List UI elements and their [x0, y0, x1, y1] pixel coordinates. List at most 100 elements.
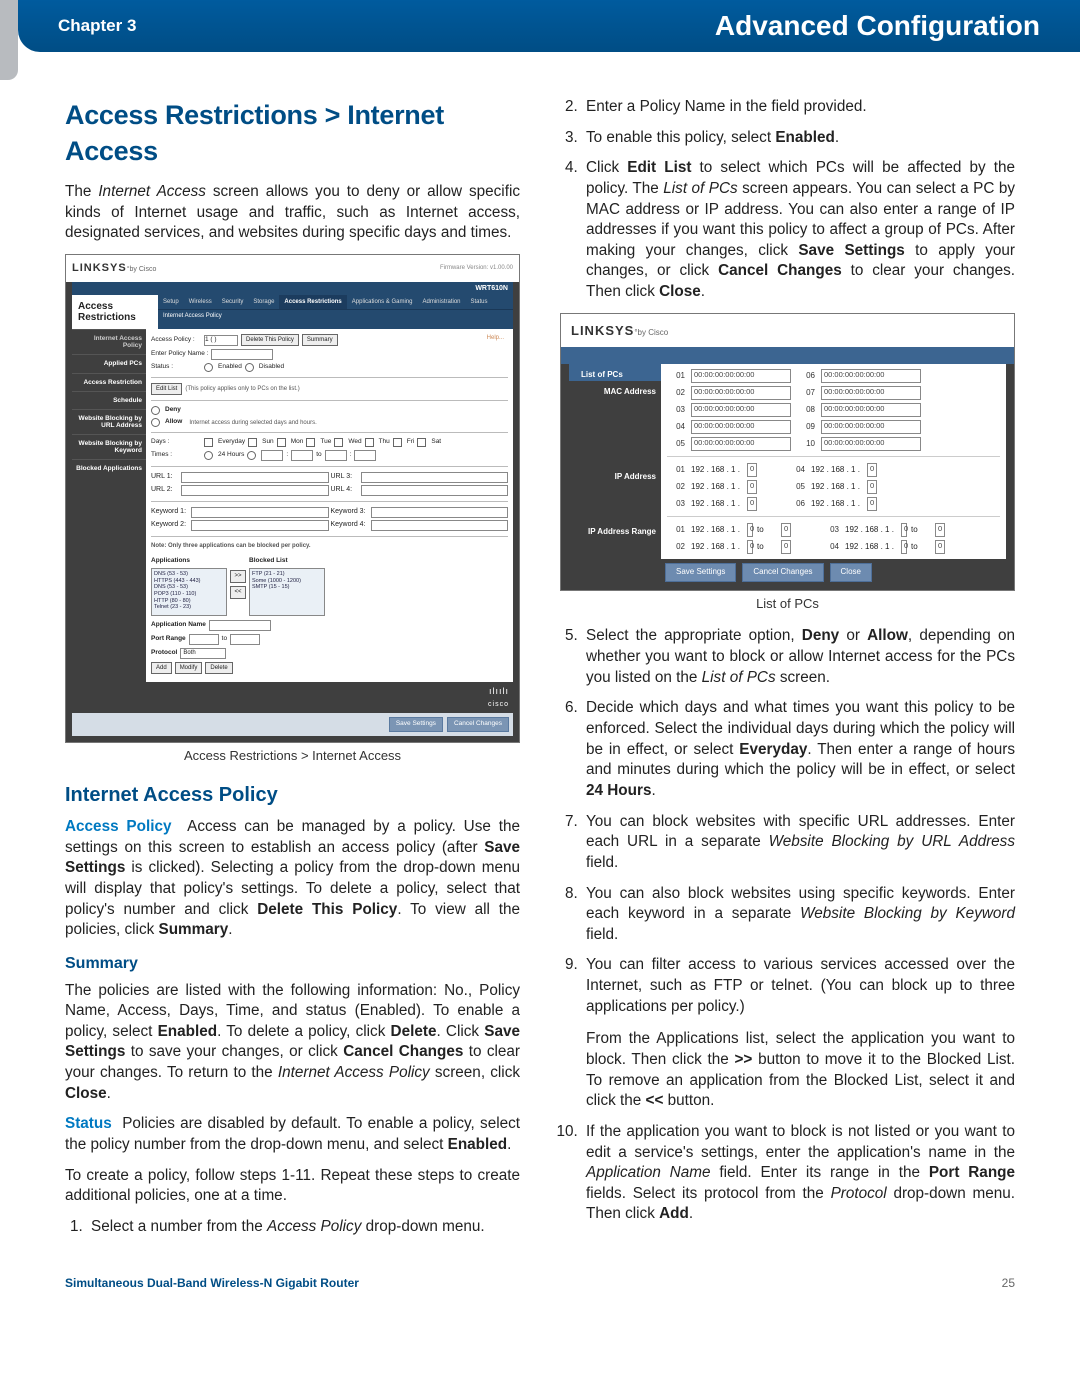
main-tabs[interactable]: Setup Wireless Security Storage Access R…: [158, 295, 513, 310]
url3-input[interactable]: [361, 472, 509, 483]
spacer-blue: [561, 347, 1014, 364]
tab-storage[interactable]: Storage: [248, 295, 279, 309]
ip-input-01[interactable]: 0: [747, 463, 757, 477]
policy-name-input[interactable]: [211, 349, 273, 360]
tab-wireless[interactable]: Wireless: [184, 295, 217, 309]
thu-label: Thu: [379, 438, 390, 447]
range-from-02[interactable]: 0: [747, 540, 753, 554]
mac-input-06[interactable]: 00:00:00:00:00:00: [821, 369, 921, 383]
thu-check[interactable]: [365, 438, 374, 447]
wed-check[interactable]: [334, 438, 343, 447]
fri-check[interactable]: [393, 438, 402, 447]
tab-status[interactable]: Status: [466, 295, 493, 309]
range-from-01[interactable]: 0: [747, 523, 753, 537]
allow-label: Allow: [165, 418, 182, 427]
cancel-changes-button[interactable]: Cancel Changes: [447, 717, 509, 732]
delete-policy-button[interactable]: Delete This Policy: [241, 334, 299, 346]
deny-radio[interactable]: [151, 406, 160, 415]
range-to-03[interactable]: 0: [935, 523, 945, 537]
port-to-input[interactable]: [230, 634, 260, 645]
url4-input[interactable]: [361, 485, 509, 496]
step-2: Enter a Policy Name in the field provide…: [582, 97, 1015, 118]
url2-input[interactable]: [181, 485, 329, 496]
page-number: 25: [1002, 1276, 1015, 1290]
steps-list-right-b: Select the appropriate option, Deny or A…: [560, 626, 1015, 1225]
applications-list[interactable]: DNS (53 - 53) HTTPS (443 - 443) DNS (53 …: [151, 568, 227, 616]
mac-input-07[interactable]: 00:00:00:00:00:00: [821, 386, 921, 400]
everyday-check[interactable]: [204, 438, 213, 447]
brand-logo: LINKSYS: [72, 262, 127, 274]
mac-input-02[interactable]: 00:00:00:00:00:00: [691, 386, 791, 400]
footer-product-name: Simultaneous Dual-Band Wireless-N Gigabi…: [65, 1276, 359, 1290]
ip-input-06[interactable]: 0: [867, 497, 877, 511]
allow-radio[interactable]: [151, 418, 160, 427]
ip-input-02[interactable]: 0: [747, 480, 757, 494]
lop-save-button[interactable]: Save Settings: [665, 563, 736, 582]
ip-input-03[interactable]: 0: [747, 497, 757, 511]
tab-applications-gaming[interactable]: Applications & Gaming: [347, 295, 418, 309]
tab-access-restrictions[interactable]: Access Restrictions: [279, 295, 346, 309]
move-left-button[interactable]: <<: [230, 586, 246, 599]
lop-cancel-button[interactable]: Cancel Changes: [742, 563, 823, 582]
mac-n-02: 02: [667, 388, 685, 399]
tue-label: Tue: [320, 438, 331, 447]
kw1-input[interactable]: [191, 507, 329, 518]
lop-close-button[interactable]: Close: [830, 563, 872, 582]
mac-input-01[interactable]: 00:00:00:00:00:00: [691, 369, 791, 383]
delete-button[interactable]: Delete: [205, 662, 232, 674]
tue-check[interactable]: [306, 438, 315, 447]
ip-prefix-5: 192 . 168 . 1 .: [811, 482, 861, 493]
add-button[interactable]: Add: [151, 662, 172, 674]
subtab-internet-access[interactable]: Internet Access Policy: [158, 310, 513, 322]
disabled-radio[interactable]: [245, 363, 254, 372]
mac-input-03[interactable]: 00:00:00:00:00:00: [691, 403, 791, 417]
tab-setup[interactable]: Setup: [158, 295, 184, 309]
blocked-list[interactable]: FTP (21 - 21) Some (1000 - 1200) SMTP (1…: [249, 568, 325, 616]
time-from-min[interactable]: [291, 450, 313, 461]
range-to-01[interactable]: 0: [781, 523, 791, 537]
kw3-input[interactable]: [371, 507, 509, 518]
move-right-button[interactable]: >>: [230, 570, 246, 583]
time-to-min[interactable]: [354, 450, 376, 461]
brand-logo-2: LINKSYS: [571, 323, 634, 338]
summary-button[interactable]: Summary: [302, 334, 338, 346]
save-settings-button[interactable]: Save Settings: [389, 717, 443, 732]
range-to-04[interactable]: 0: [935, 540, 945, 554]
side-access-restriction: Access Restriction: [72, 373, 146, 391]
disabled-label: Disabled: [259, 363, 284, 372]
sun-check[interactable]: [248, 438, 257, 447]
kw4-input[interactable]: [371, 520, 509, 531]
range-from-04[interactable]: 0: [901, 540, 907, 554]
kw2-input[interactable]: [191, 520, 329, 531]
mac-input-05[interactable]: 00:00:00:00:00:00: [691, 437, 791, 451]
access-policy-select[interactable]: 1 ( ): [204, 335, 238, 346]
range-from-03[interactable]: 0: [901, 523, 907, 537]
protocol-select[interactable]: Both: [180, 648, 226, 659]
enabled-radio[interactable]: [204, 363, 213, 372]
mac-input-10[interactable]: 00:00:00:00:00:00: [821, 437, 921, 451]
mac-input-04[interactable]: 00:00:00:00:00:00: [691, 420, 791, 434]
tab-administration[interactable]: Administration: [417, 295, 465, 309]
range-prefix-2a: 192 . 168 . 1 .: [691, 542, 741, 553]
24hours-radio[interactable]: [204, 451, 213, 460]
mon-check[interactable]: [277, 438, 286, 447]
edit-list-button[interactable]: Edit List: [151, 383, 182, 395]
ip-input-04[interactable]: 0: [867, 463, 877, 477]
mac-input-09[interactable]: 00:00:00:00:00:00: [821, 420, 921, 434]
mac-input-08[interactable]: 00:00:00:00:00:00: [821, 403, 921, 417]
app-name-input[interactable]: [209, 620, 271, 631]
ip-prefix-2: 192 . 168 . 1 .: [691, 482, 741, 493]
time-from-hr[interactable]: [261, 450, 283, 461]
range-to-02[interactable]: 0: [781, 540, 791, 554]
help-link[interactable]: Help...: [487, 334, 504, 342]
sat-check[interactable]: [417, 438, 426, 447]
time-to-hr[interactable]: [325, 450, 347, 461]
port-from-input[interactable]: [189, 634, 219, 645]
modify-button[interactable]: Modify: [175, 662, 203, 674]
to-label: to: [316, 451, 321, 460]
url1-input[interactable]: [181, 472, 329, 483]
tab-security[interactable]: Security: [217, 295, 249, 309]
ip-input-05[interactable]: 0: [867, 480, 877, 494]
ip-n-06: 06: [787, 499, 805, 510]
time-range-radio[interactable]: [247, 451, 256, 460]
